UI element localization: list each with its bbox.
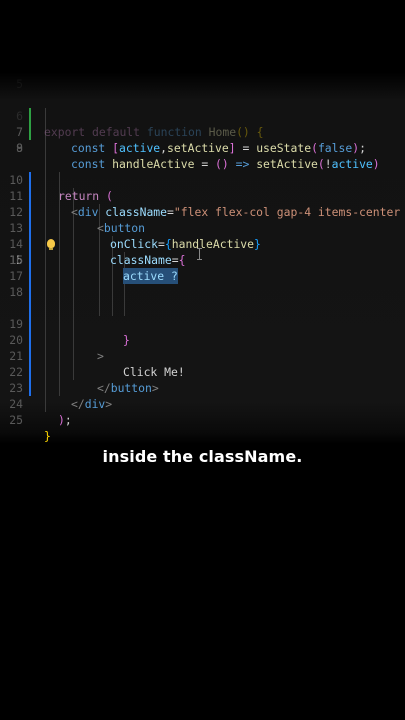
line-number: 5 [16,77,23,91]
line-number: 16 [9,253,23,267]
line-number: 18 [9,285,23,299]
code-line: } [44,429,51,443]
text-cursor-icon [197,248,202,260]
lightbulb-icon[interactable] [47,239,55,250]
subtitle-caption: inside the className. [102,447,303,466]
code-editor[interactable]: 5 6 export default function Home() { 7 c… [0,72,405,444]
line-number: 26 [9,413,23,427]
line-number: 9 [16,141,23,155]
line-number: 17 [9,269,23,283]
